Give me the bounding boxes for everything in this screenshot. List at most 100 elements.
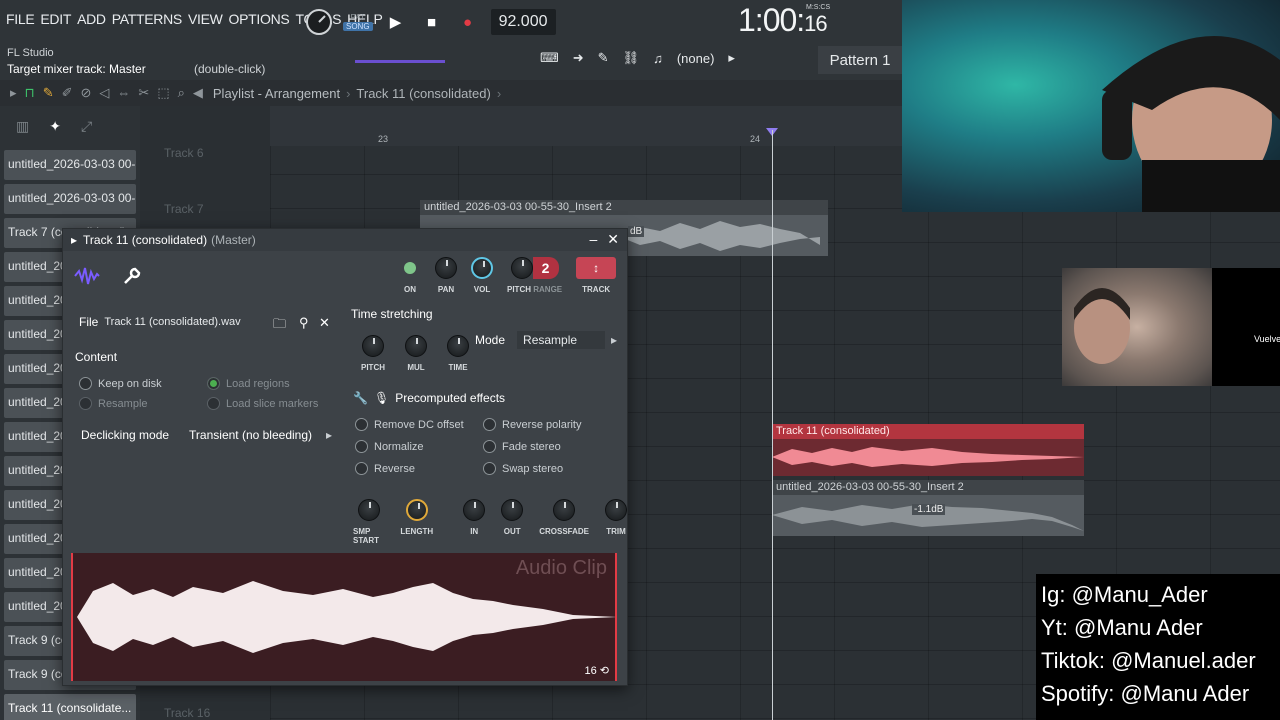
load-slice-markers-option[interactable]: Load slice markers <box>207 397 318 410</box>
none-label[interactable]: (none) <box>677 51 715 66</box>
slip-icon[interactable]: ⇔ <box>117 85 130 101</box>
in-knob[interactable] <box>463 499 486 521</box>
record-icon: ● <box>463 13 473 31</box>
menu-edit[interactable]: EDIT <box>40 11 71 27</box>
sample-waveform-view[interactable]: Audio Clip 16 ⟲ <box>71 553 617 681</box>
delete-icon[interactable]: ⊘ <box>81 85 92 101</box>
fx-fade-stereo-radio[interactable] <box>483 440 496 453</box>
fx-reverse-polarity-radio[interactable] <box>483 418 496 431</box>
on-led[interactable] <box>404 262 416 274</box>
ts-time-knob[interactable] <box>447 335 469 357</box>
pitch-knob[interactable] <box>510 257 533 279</box>
waveform-icon[interactable]: ✦ <box>49 118 61 135</box>
menu-view[interactable]: VIEW <box>188 11 223 27</box>
smp-start-knob[interactable] <box>357 499 380 521</box>
mute-icon[interactable]: ◁ <box>99 85 109 101</box>
fx-reverse-radio[interactable] <box>355 462 368 475</box>
chevron-right-icon[interactable]: ▸ <box>728 50 735 66</box>
song-label: SONG <box>343 22 373 31</box>
load-slice-markers-radio[interactable] <box>207 397 220 410</box>
window-titlebar[interactable]: ▸ Track 11 (consolidated) (Master) – ✕ <box>63 229 627 251</box>
play-button[interactable]: ▶ <box>383 9 409 35</box>
arrow-right-icon[interactable]: ➜ <box>573 50 584 66</box>
pencil-icon[interactable]: ✎ <box>43 85 54 101</box>
keyboard-icon[interactable]: ⌨ <box>540 50 559 66</box>
wrench-tab-icon[interactable] <box>121 265 143 287</box>
pattern-selector[interactable]: Pattern 1 <box>818 46 902 74</box>
range-value[interactable]: 2 <box>532 257 559 279</box>
resample-option[interactable]: Resample <box>79 397 148 410</box>
minimize-icon[interactable]: – <box>589 231 597 248</box>
stop-button[interactable]: ■ <box>419 9 445 35</box>
track-header-6[interactable]: Track 6 <box>164 146 204 160</box>
sample-waveform-tab-icon[interactable] <box>73 265 101 287</box>
clip-waveform <box>772 504 1084 531</box>
select-icon[interactable]: ⬚ <box>157 85 169 101</box>
tempo-display[interactable]: 92.000 <box>490 9 556 35</box>
menu-add[interactable]: ADD <box>77 11 106 27</box>
timeline-ruler[interactable]: 23 24 <box>270 106 902 146</box>
ts-mul-knob[interactable] <box>405 335 427 357</box>
piano-icon[interactable]: ▥ <box>16 118 29 135</box>
paint-icon[interactable]: ✐ <box>62 85 73 101</box>
fx-fade-stereo[interactable]: Fade stereo <box>483 440 561 453</box>
load-regions-radio[interactable] <box>207 377 220 390</box>
playback-icon[interactable]: ◀ <box>193 85 203 101</box>
locate-icon[interactable]: ⚲ <box>299 315 309 331</box>
pat-song-toggle[interactable]: PAT SONG <box>343 13 373 31</box>
crossfade-knob[interactable] <box>553 499 576 521</box>
out-knob[interactable] <box>501 499 524 521</box>
main-pitch-slider[interactable] <box>355 60 445 63</box>
slice-icon[interactable]: ✂ <box>138 85 149 101</box>
link-icon[interactable]: ⛓ <box>623 50 640 66</box>
menu-patterns[interactable]: PATTERNS <box>112 11 183 27</box>
audio-clip-bottom[interactable]: untitled_2026-03-03 00-55-30_Insert 2 -1… <box>772 480 1084 536</box>
automation-icon[interactable]: ⤢ <box>81 118 92 135</box>
folder-icon[interactable]: 🗀 <box>273 315 286 337</box>
audio-clip-selected[interactable]: Track 11 (consolidated) <box>772 424 1084 476</box>
track-item-selected[interactable]: Track 11 (consolidate... <box>4 694 136 720</box>
pan-knob[interactable] <box>435 257 457 279</box>
clear-file-icon[interactable]: ✕ <box>319 315 330 331</box>
resample-radio[interactable] <box>79 397 92 410</box>
close-icon[interactable]: ✕ <box>607 231 619 248</box>
fx-reverse[interactable]: Reverse <box>355 462 415 475</box>
file-name[interactable]: Track 11 (consolidated).wav <box>104 316 240 328</box>
keep-on-disk-radio[interactable] <box>79 377 92 390</box>
fx-normalize[interactable]: Normalize <box>355 440 424 453</box>
fx-swap-stereo-radio[interactable] <box>483 462 496 475</box>
zoom-icon[interactable]: ⌕ <box>178 85 185 101</box>
trim-knob[interactable] <box>605 499 627 521</box>
menu-file[interactable]: FILE <box>6 11 35 27</box>
mode-select[interactable]: Resample <box>517 331 606 349</box>
declicking-value[interactable]: Transient (no bleeding) <box>189 428 312 442</box>
mode-arrow-icon[interactable]: ▸ <box>611 333 617 347</box>
fx-remove-dc[interactable]: Remove DC offset <box>355 418 464 431</box>
track-item[interactable]: untitled_2026-03-03 00-... <box>4 184 136 214</box>
content-heading: Content <box>75 350 117 364</box>
load-regions-option[interactable]: Load regions <box>207 377 290 390</box>
loop-counter[interactable]: 16 ⟲ <box>584 664 609 677</box>
fx-normalize-radio[interactable] <box>355 440 368 453</box>
metronome-icon[interactable]: ♫ <box>653 51 663 66</box>
fx-reverse-polarity[interactable]: Reverse polarity <box>483 418 581 431</box>
length-knob[interactable] <box>405 499 428 521</box>
brush-icon[interactable]: ✎ <box>598 50 609 66</box>
record-button[interactable]: ● <box>455 9 481 35</box>
menu-options[interactable]: OPTIONS <box>229 11 290 27</box>
ts-pitch-knob[interactable] <box>362 335 384 357</box>
track-header-16[interactable]: Track 16 <box>164 706 210 720</box>
track-header-7[interactable]: Track 7 <box>164 202 204 216</box>
keep-on-disk-option[interactable]: Keep on disk <box>79 377 162 390</box>
master-volume-knob-icon[interactable] <box>305 8 333 36</box>
declicking-arrow-icon[interactable]: ▸ <box>326 428 332 442</box>
magnet-icon[interactable]: ⊓ <box>25 85 35 101</box>
mixer-track-button[interactable]: ↕ <box>576 257 617 279</box>
time-sub: 16 <box>804 11 828 36</box>
window-menu-arrow-icon[interactable]: ▸ <box>71 233 77 247</box>
vol-knob[interactable] <box>471 257 493 279</box>
track-item[interactable]: untitled_2026-03-03 00-... <box>4 150 136 180</box>
fx-remove-dc-radio[interactable] <box>355 418 368 431</box>
fx-swap-stereo[interactable]: Swap stereo <box>483 462 563 475</box>
menu-arrow-icon[interactable]: ▸ <box>10 85 17 101</box>
